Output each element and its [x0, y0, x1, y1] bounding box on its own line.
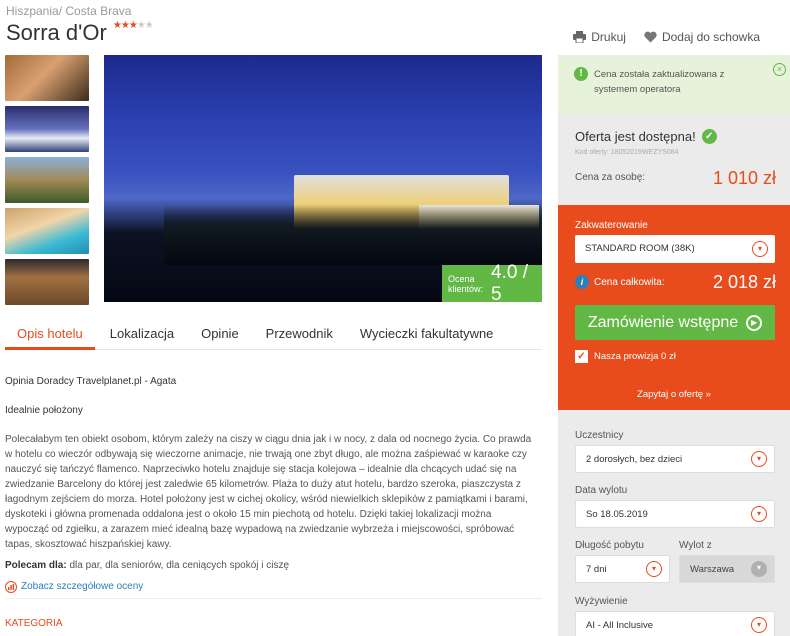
chevron-down-icon: ▾ — [752, 241, 768, 257]
category-heading: KATEGORIA — [5, 618, 63, 629]
gallery-thumbnail[interactable] — [5, 157, 89, 203]
add-to-favorites-button[interactable]: Dodaj do schowka — [644, 30, 760, 44]
description-heading: Idealnie położony — [5, 405, 83, 416]
gallery-thumbnail[interactable] — [5, 208, 89, 254]
arrow-right-icon: ▶ — [746, 314, 763, 331]
heart-icon — [644, 31, 657, 43]
tab-hotel-description[interactable]: Opis hotelu — [5, 318, 95, 350]
room-label: Zakwaterowanie — [575, 220, 648, 231]
price-per-person-value: 1 010 zł — [712, 168, 776, 188]
favorite-label: Dodaj do schowka — [661, 30, 760, 44]
palm-trees-image — [164, 205, 542, 265]
room-select[interactable]: STANDARD ROOM (38K) ▾ — [575, 235, 775, 263]
tab-excursions[interactable]: Wycieczki fakultatywne — [348, 318, 506, 350]
alert-icon: ! — [574, 67, 588, 81]
departure-airport-select[interactable]: Warszawa ▾ — [679, 555, 775, 583]
print-label: Drukuj — [591, 30, 626, 44]
trip-options-form: Uczestnicy 2 dorosłych, bez dzieci ▾ Data… — [558, 410, 790, 636]
departure-date-select[interactable]: So 18.05.2019 ▾ — [575, 500, 775, 528]
pre-order-button[interactable]: Zamówienie wstępne ▶ — [575, 305, 775, 340]
rating-label: Ocena klientów: — [448, 273, 484, 294]
gallery-thumbnail[interactable] — [5, 55, 89, 101]
total-price-value: 2 018 zł — [712, 272, 776, 292]
printer-icon — [573, 31, 587, 43]
total-price-label: i Cena całkowita: — [575, 275, 665, 289]
chevron-down-icon: ▾ — [751, 561, 767, 577]
stay-length-select[interactable]: 7 dni ▾ — [575, 555, 670, 583]
breadcrumb-region[interactable]: Costa Brava — [65, 4, 131, 18]
participants-label: Uczestnicy — [575, 430, 624, 441]
chart-icon — [5, 580, 17, 593]
breadcrumb-separator: / — [58, 4, 63, 18]
booking-panel: Zakwaterowanie STANDARD ROOM (38K) ▾ i Ce… — [558, 205, 790, 410]
customer-rating-badge: Ocena klientów: 4.0 / 5 — [442, 262, 542, 305]
board-select[interactable]: AI - All Inclusive ▾ — [575, 611, 775, 636]
description-paragraph: Polecałabym ten obiekt osobom, którym za… — [5, 434, 532, 550]
detailed-ratings-link[interactable]: Zobacz szczegółowe oceny — [5, 579, 535, 594]
description-author: Opinia Doradcy Travelplanet.pl - Agata — [5, 376, 177, 387]
ask-about-offer-link[interactable]: Zapytaj o ofertę » — [558, 389, 790, 400]
hotel-tabs: Opis hotelu Lokalizacja Opinie Przewodni… — [5, 318, 542, 350]
price-per-person-label: Cena za osobę: — [575, 172, 646, 183]
participants-select[interactable]: 2 dorosłych, bez dzieci ▾ — [575, 445, 775, 473]
star-rating-icon: ★★★★★ — [112, 20, 154, 31]
departure-airport-label: Wylot z — [679, 540, 712, 551]
price-updated-notice: ! Cena została zaktualizowana z systemem… — [558, 55, 790, 115]
board-label: Wyżywienie — [575, 596, 628, 607]
hotel-title: Sorra d'Or ★★★★★ — [6, 20, 154, 46]
rating-value: 4.0 / 5 — [491, 261, 528, 305]
checkbox-icon: ✓ — [575, 350, 588, 363]
divider — [5, 598, 542, 599]
info-icon[interactable]: i — [575, 275, 589, 289]
hotel-description: Opinia Doradcy Travelplanet.pl - Agata I… — [5, 370, 535, 594]
header-actions: Drukuj Dodaj do schowka — [573, 30, 760, 44]
hotel-name: Sorra d'Or — [6, 20, 107, 45]
departure-date-label: Data wylotu — [575, 485, 628, 496]
gallery-thumbnails — [5, 55, 89, 310]
breadcrumb-country[interactable]: Hiszpania — [6, 4, 59, 18]
tab-guide[interactable]: Przewodnik — [254, 318, 345, 350]
gallery-thumbnail[interactable] — [5, 106, 89, 152]
chevron-down-icon: ▾ — [646, 561, 662, 577]
chevron-down-icon: ▾ — [751, 506, 767, 522]
hotel-page: Hiszpania/ Costa Brava Sorra d'Or ★★★★★ … — [0, 0, 790, 636]
recommended-for: Polecam dla: dla par, dla seniorów, dla … — [5, 560, 290, 571]
close-icon[interactable]: × — [773, 63, 786, 76]
print-button[interactable]: Drukuj — [573, 30, 626, 44]
commission-checkbox[interactable]: ✓ Nasza prowizja 0 zł — [575, 350, 676, 363]
chevron-down-icon: ▾ — [751, 451, 767, 467]
offer-code: Kod oferty: 18052019WEZYS084 — [575, 149, 679, 156]
tab-location[interactable]: Lokalizacja — [98, 318, 186, 350]
stay-length-label: Długość pobytu — [575, 540, 644, 551]
tab-reviews[interactable]: Opinie — [189, 318, 251, 350]
check-icon: ✓ — [701, 129, 717, 144]
gallery-thumbnail[interactable] — [5, 259, 89, 305]
offer-summary: Oferta jest dostępna! ✓ Kod oferty: 18052… — [558, 115, 790, 205]
notice-text: Cena została zaktualizowana z systemem o… — [594, 69, 725, 95]
breadcrumb: Hiszpania/ Costa Brava — [6, 4, 131, 18]
chevron-down-icon: ▾ — [751, 617, 767, 633]
offer-status: Oferta jest dostępna! ✓ — [575, 129, 717, 144]
